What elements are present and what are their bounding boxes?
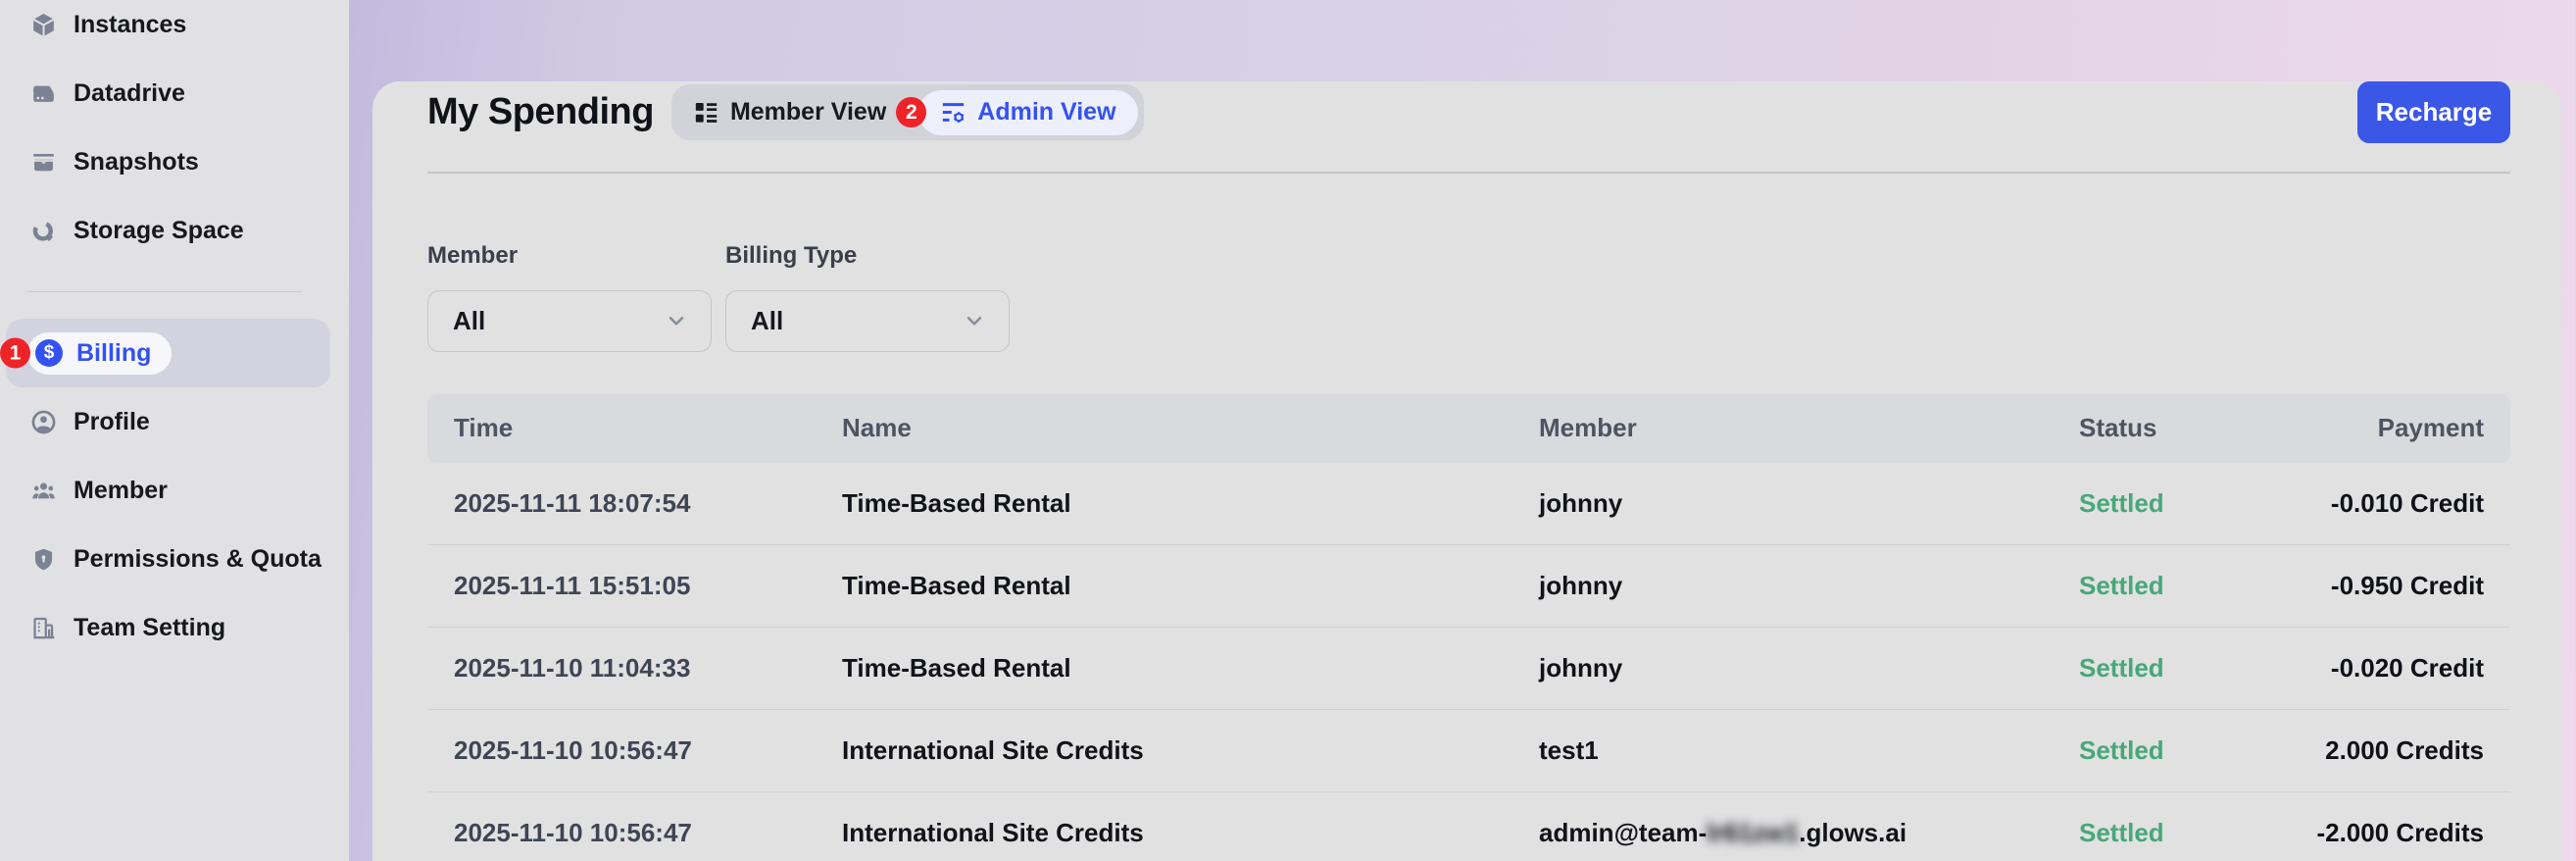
table-row: 2025-11-11 15:51:05 Time-Based Rental jo… [427,545,2510,628]
cell-status: Settled [2079,653,2265,684]
sidebar-item-label: Instances [74,11,186,39]
sidebar-item-team-setting[interactable]: Team Setting [0,593,349,662]
sidebar-item-storage-space[interactable]: Storage Space [0,196,349,265]
chevron-down-icon [962,308,987,333]
main-area: My Spending Member View 2 [349,0,2576,861]
cell-name: International Site Credits [842,735,1539,766]
sidebar: Instances Datadrive Snapshots [0,0,349,861]
shield-icon [30,546,57,573]
cell-payment: -2.000 Credits [2265,818,2484,848]
page-header: My Spending Member View 2 [427,81,2510,143]
building-icon [30,615,57,641]
sidebar-item-instances[interactable]: Instances [0,0,349,59]
cell-time: 2025-11-10 11:04:33 [454,653,842,684]
column-header-time: Time [454,413,842,443]
column-header-payment: Payment [2265,413,2484,443]
member-email-prefix: admin@team- [1539,818,1707,847]
cell-time: 2025-11-10 10:56:47 [454,818,842,848]
header-divider [427,172,2510,174]
billing-type-filter-label: Billing Type [725,242,1010,270]
harddrive-icon [30,80,57,107]
member-view-label: Member View [730,98,886,127]
sidebar-item-billing[interactable]: 1 $ Billing [6,319,330,387]
admin-view-label: Admin View [977,98,1115,127]
cell-payment: 2.000 Credits [2265,735,2484,766]
table-row: 2025-11-11 18:07:54 Time-Based Rental jo… [427,463,2510,545]
sidebar-item-label: Team Setting [74,614,225,642]
admin-view-button[interactable]: Admin View [918,90,1137,135]
dollar-circle-icon: $ [35,339,63,367]
cell-payment: -0.010 Credit [2265,488,2484,519]
cell-name: Time-Based Rental [842,653,1539,684]
column-header-member: Member [1539,413,2079,443]
chevron-down-icon [664,308,689,333]
cell-name: Time-Based Rental [842,488,1539,519]
recharge-button[interactable]: Recharge [2357,81,2510,143]
sidebar-item-label: Billing [76,339,151,368]
cell-member: johnny [1539,488,2079,519]
member-filter-value: All [453,306,485,336]
user-icon [30,409,57,435]
table-row: 2025-11-10 10:56:47 International Site C… [427,792,2510,861]
sidebar-item-label: Snapshots [74,148,199,177]
cell-status: Settled [2079,571,2265,601]
column-header-name: Name [842,413,1539,443]
sidebar-item-permissions-quota[interactable]: Permissions & Quota [0,525,349,593]
billing-type-filter-value: All [751,306,783,336]
cell-member: johnny [1539,653,2079,684]
pie-chart-icon [30,218,57,244]
sidebar-item-label: Datadrive [74,79,185,108]
member-email-suffix: .glows.ai [1799,818,1907,847]
spending-table: Time Name Member Status Payment 2025-11-… [427,394,2510,861]
sidebar-item-label: Member [74,477,168,505]
sidebar-item-label: Profile [74,408,150,436]
table-header-row: Time Name Member Status Payment [427,394,2510,463]
table-row: 2025-11-10 11:04:33 Time-Based Rental jo… [427,628,2510,710]
table-row: 2025-11-10 10:56:47 International Site C… [427,710,2510,792]
cell-time: 2025-11-10 10:56:47 [454,735,842,766]
member-filter: Member All [427,242,712,352]
cell-time: 2025-11-11 18:07:54 [454,488,842,519]
sidebar-item-snapshots[interactable]: Snapshots [0,127,349,196]
filter-settings-icon [940,99,966,126]
list-detail-icon [693,99,719,126]
cell-member: johnny [1539,571,2079,601]
billing-type-filter-select[interactable]: All [725,290,1010,352]
sidebar-divider [27,291,302,292]
content-card: My Spending Member View 2 [372,81,2561,861]
cell-member: test1 [1539,735,2079,766]
cell-name: Time-Based Rental [842,571,1539,601]
cell-status: Settled [2079,735,2265,766]
billing-type-filter: Billing Type All [725,242,1010,352]
archive-icon [30,149,57,176]
sidebar-item-label: Storage Space [74,217,244,245]
cell-status: Settled [2079,818,2265,848]
sidebar-item-label: Permissions & Quota [74,545,322,574]
cell-status: Settled [2079,488,2265,519]
sidebar-nav: Instances Datadrive Snapshots [0,0,349,662]
member-view-button[interactable]: Member View [677,84,896,140]
member-filter-label: Member [427,242,712,270]
cube-icon [30,12,57,38]
page-title: My Spending [427,91,654,133]
cell-name: International Site Credits [842,818,1539,848]
sidebar-item-member[interactable]: Member [0,456,349,525]
cell-payment: -0.950 Credit [2265,571,2484,601]
cell-time: 2025-11-11 15:51:05 [454,571,842,601]
sidebar-item-datadrive[interactable]: Datadrive [0,59,349,127]
column-header-status: Status [2079,413,2265,443]
users-icon [30,478,57,504]
sidebar-item-profile[interactable]: Profile [0,387,349,456]
cell-payment: -0.020 Credit [2265,653,2484,684]
billing-notification-badge: 1 [0,338,30,369]
member-email-redacted: lr61zw1 [1707,818,1799,847]
view-toggle: Member View 2 Admin View [671,84,1144,140]
billing-pill: $ Billing [27,332,172,375]
filters-row: Member All Billing Type All [427,242,2510,352]
member-filter-select[interactable]: All [427,290,712,352]
cell-member: admin@team-lr61zw1.glows.ai [1539,818,2079,848]
